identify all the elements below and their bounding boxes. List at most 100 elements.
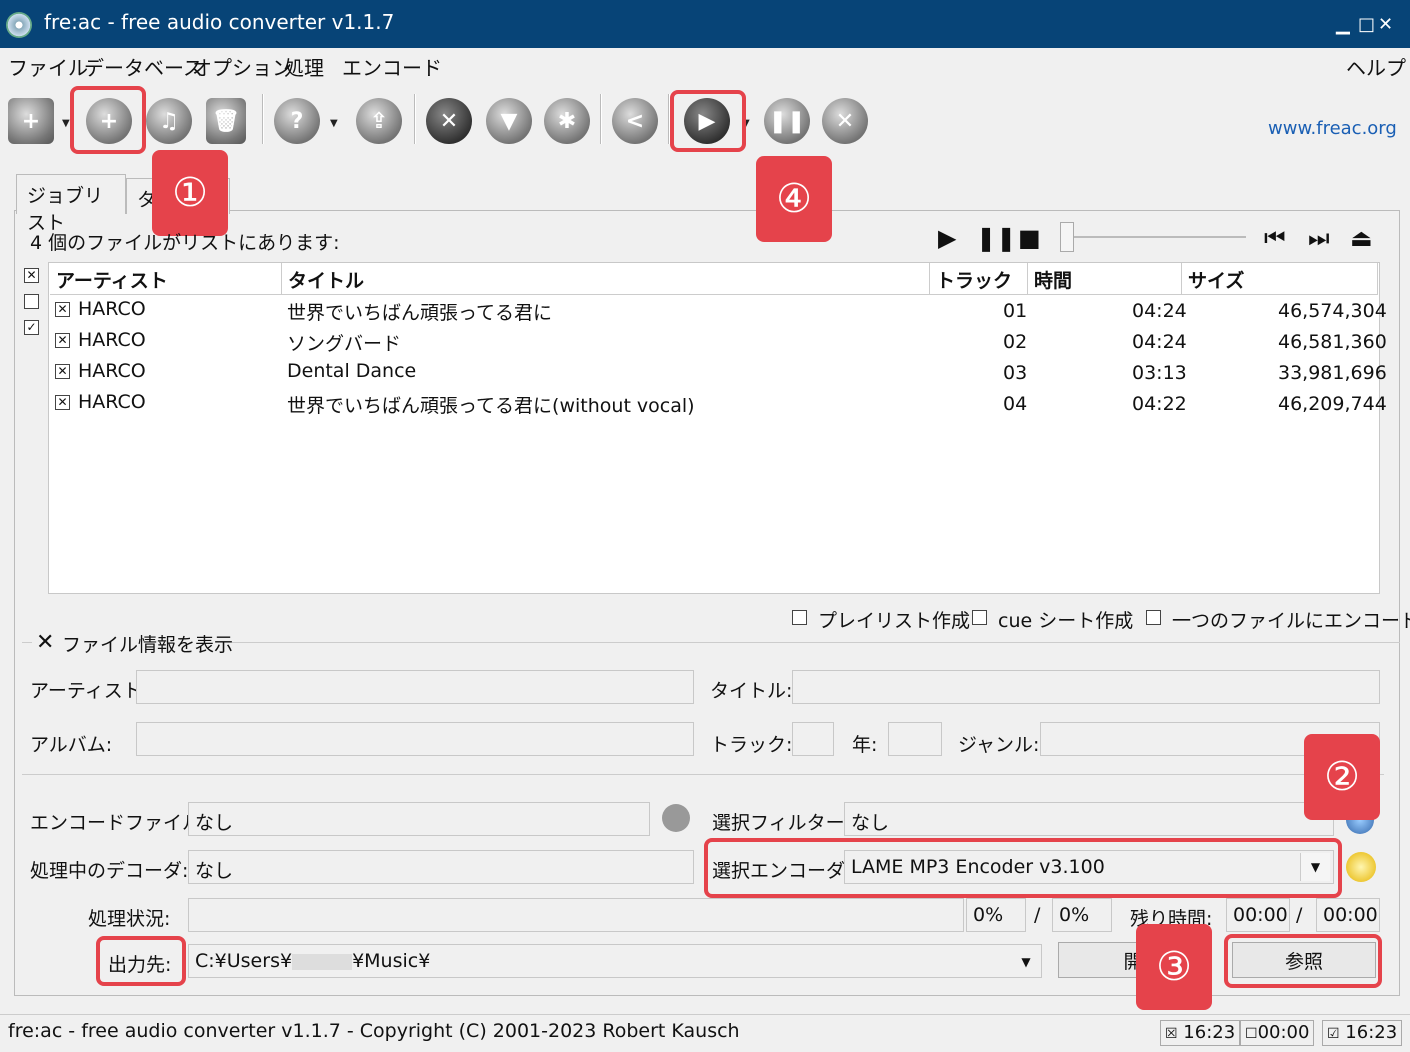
- menu-file[interactable]: ファイル: [8, 52, 88, 81]
- status-time-2-value: 00:00: [1257, 1022, 1310, 1043]
- menu-encode[interactable]: エンコード: [342, 52, 442, 81]
- year-field[interactable]: [888, 722, 942, 756]
- encode-file-label: エンコードファイル:: [30, 812, 208, 834]
- column-header-track[interactable]: トラック: [930, 263, 1028, 295]
- status-time-1: ☒ 16:23: [1160, 1020, 1241, 1046]
- gear-icon[interactable]: ✱: [544, 98, 590, 144]
- menu-process[interactable]: 処理: [284, 52, 324, 81]
- row-checkbox[interactable]: ✕: [55, 364, 70, 379]
- badge-2: ②: [1304, 734, 1380, 820]
- artist-field[interactable]: [136, 670, 694, 704]
- dropdown-arrow-icon[interactable]: ▼: [62, 118, 70, 129]
- previous-track-icon[interactable]: ⏮: [1264, 224, 1286, 252]
- dropdown-arrow-icon[interactable]: ▼: [330, 118, 338, 129]
- play-icon[interactable]: ▶: [938, 224, 956, 252]
- fileinfo-checkbox[interactable]: ✕: [36, 630, 54, 655]
- status-text: fre:ac - free audio converter v1.1.7 - C…: [8, 1020, 740, 1042]
- music-note-icon[interactable]: ♫: [146, 98, 192, 144]
- stop-icon[interactable]: ✕: [822, 98, 868, 144]
- badge-3: ③: [1136, 924, 1212, 1010]
- close-icon[interactable]: ✕: [1378, 14, 1393, 35]
- settings-tools-icon[interactable]: ✕: [426, 98, 472, 144]
- column-header-size[interactable]: サイズ: [1182, 263, 1378, 295]
- status-time-1-value: 16:23: [1183, 1022, 1236, 1043]
- app-icon: [6, 12, 32, 38]
- highlight-start: [670, 90, 746, 152]
- encode-file-field: なし: [188, 802, 650, 836]
- maximize-icon[interactable]: □: [1358, 14, 1375, 35]
- status-time-3-value: 16:23: [1345, 1022, 1398, 1043]
- filter-icon[interactable]: ▼: [486, 98, 532, 144]
- progress-label: 処理状況:: [88, 908, 171, 930]
- album-field[interactable]: [136, 722, 694, 756]
- menu-database[interactable]: データベース: [84, 52, 203, 81]
- toolbar-separator: [414, 94, 416, 144]
- select-all-checkbox[interactable]: ✕: [24, 268, 39, 283]
- column-header-time[interactable]: 時間: [1028, 263, 1182, 295]
- row-artist: HARCO: [78, 391, 146, 413]
- clear-list-icon[interactable]: 🗑: [206, 98, 246, 144]
- cue-checkbox[interactable]: [972, 610, 987, 625]
- edit-icon[interactable]: [662, 804, 690, 832]
- decoder-label: 処理中のデコーダ:: [30, 860, 189, 882]
- single-file-checkbox[interactable]: [1146, 610, 1161, 625]
- row-track: 01: [1003, 300, 1028, 322]
- row-time: 03:13: [1132, 362, 1187, 384]
- menu-bar: ファイル データベース オプション 処理 エンコード ヘルプ: [0, 48, 1410, 86]
- eject-icon[interactable]: ⏏: [1350, 224, 1373, 252]
- minimize-icon[interactable]: ▁: [1336, 14, 1350, 35]
- row-size: 46,574,304: [1278, 300, 1387, 322]
- menu-help[interactable]: ヘルプ: [1346, 52, 1406, 81]
- row-checkbox[interactable]: ✕: [55, 395, 70, 410]
- highlight-add-cd: [70, 86, 146, 154]
- single-file-label: 一つのファイルにエンコード: [1172, 610, 1410, 632]
- chevron-down-icon[interactable]: ▼: [1012, 948, 1040, 976]
- select-none-checkbox[interactable]: [24, 294, 39, 309]
- title-label: タイトル:: [710, 680, 793, 702]
- row-time: 04:24: [1132, 331, 1187, 353]
- row-artist: HARCO: [78, 329, 146, 351]
- fileinfo-header: ファイル情報を表示: [62, 634, 234, 656]
- cue-label: cue シート作成: [998, 610, 1134, 632]
- seek-slider-handle[interactable]: [1060, 222, 1074, 252]
- cddb-submit-icon[interactable]: ⇪: [356, 98, 402, 144]
- toggle-selection-checkbox[interactable]: ✓: [24, 320, 39, 335]
- filter-label: 選択フィルター:: [712, 812, 852, 834]
- column-header-artist[interactable]: アーティスト: [50, 263, 282, 295]
- output-path-field[interactable]: C:¥Users¥ ¥Music¥: [188, 944, 1042, 978]
- tab-joblist[interactable]: ジョブリスト: [16, 174, 126, 234]
- title-field[interactable]: [792, 670, 1380, 704]
- playlist-checkbox[interactable]: [792, 610, 807, 625]
- stop-icon[interactable]: ■: [1018, 224, 1041, 252]
- status-time-2: ☐00:00: [1240, 1020, 1315, 1046]
- status-time-3: ☑ 16:23: [1322, 1020, 1403, 1046]
- pause-icon[interactable]: ❚❚: [976, 224, 1016, 252]
- row-title: Dental Dance: [287, 360, 417, 382]
- pause-icon[interactable]: ❚❚: [764, 98, 810, 144]
- progress-bar: [188, 898, 964, 932]
- column-header-title[interactable]: タイトル: [282, 263, 930, 295]
- row-size: 33,981,696: [1278, 362, 1387, 384]
- output-path-part2: ¥Music¥: [352, 950, 431, 972]
- remaining-file: 00:00: [1226, 898, 1290, 932]
- freac-website-link[interactable]: www.freac.org: [1268, 118, 1397, 139]
- badge-4: ④: [756, 156, 832, 242]
- seek-slider-track[interactable]: [1074, 236, 1246, 238]
- menu-options[interactable]: オプション: [192, 52, 292, 81]
- row-title: 世界でいちばん頑張ってる君に(without vocal): [287, 395, 695, 417]
- row-track: 03: [1003, 362, 1028, 384]
- playlist-label: プレイリスト作成: [818, 610, 971, 632]
- row-time: 04:24: [1132, 300, 1187, 322]
- row-title: 世界でいちばん頑張ってる君に: [287, 302, 553, 324]
- row-checkbox[interactable]: ✕: [55, 333, 70, 348]
- encoder-config-icon[interactable]: [1346, 852, 1376, 882]
- row-size: 46,581,360: [1278, 331, 1387, 353]
- row-checkbox[interactable]: ✕: [55, 302, 70, 317]
- row-artist: HARCO: [78, 298, 146, 320]
- add-files-icon[interactable]: +: [8, 98, 54, 144]
- share-icon[interactable]: <: [612, 98, 658, 144]
- track-field[interactable]: [792, 722, 834, 756]
- remaining-total: 00:00: [1316, 898, 1380, 932]
- cddb-query-icon[interactable]: ?: [274, 98, 320, 144]
- next-track-icon[interactable]: ⏭: [1308, 224, 1330, 252]
